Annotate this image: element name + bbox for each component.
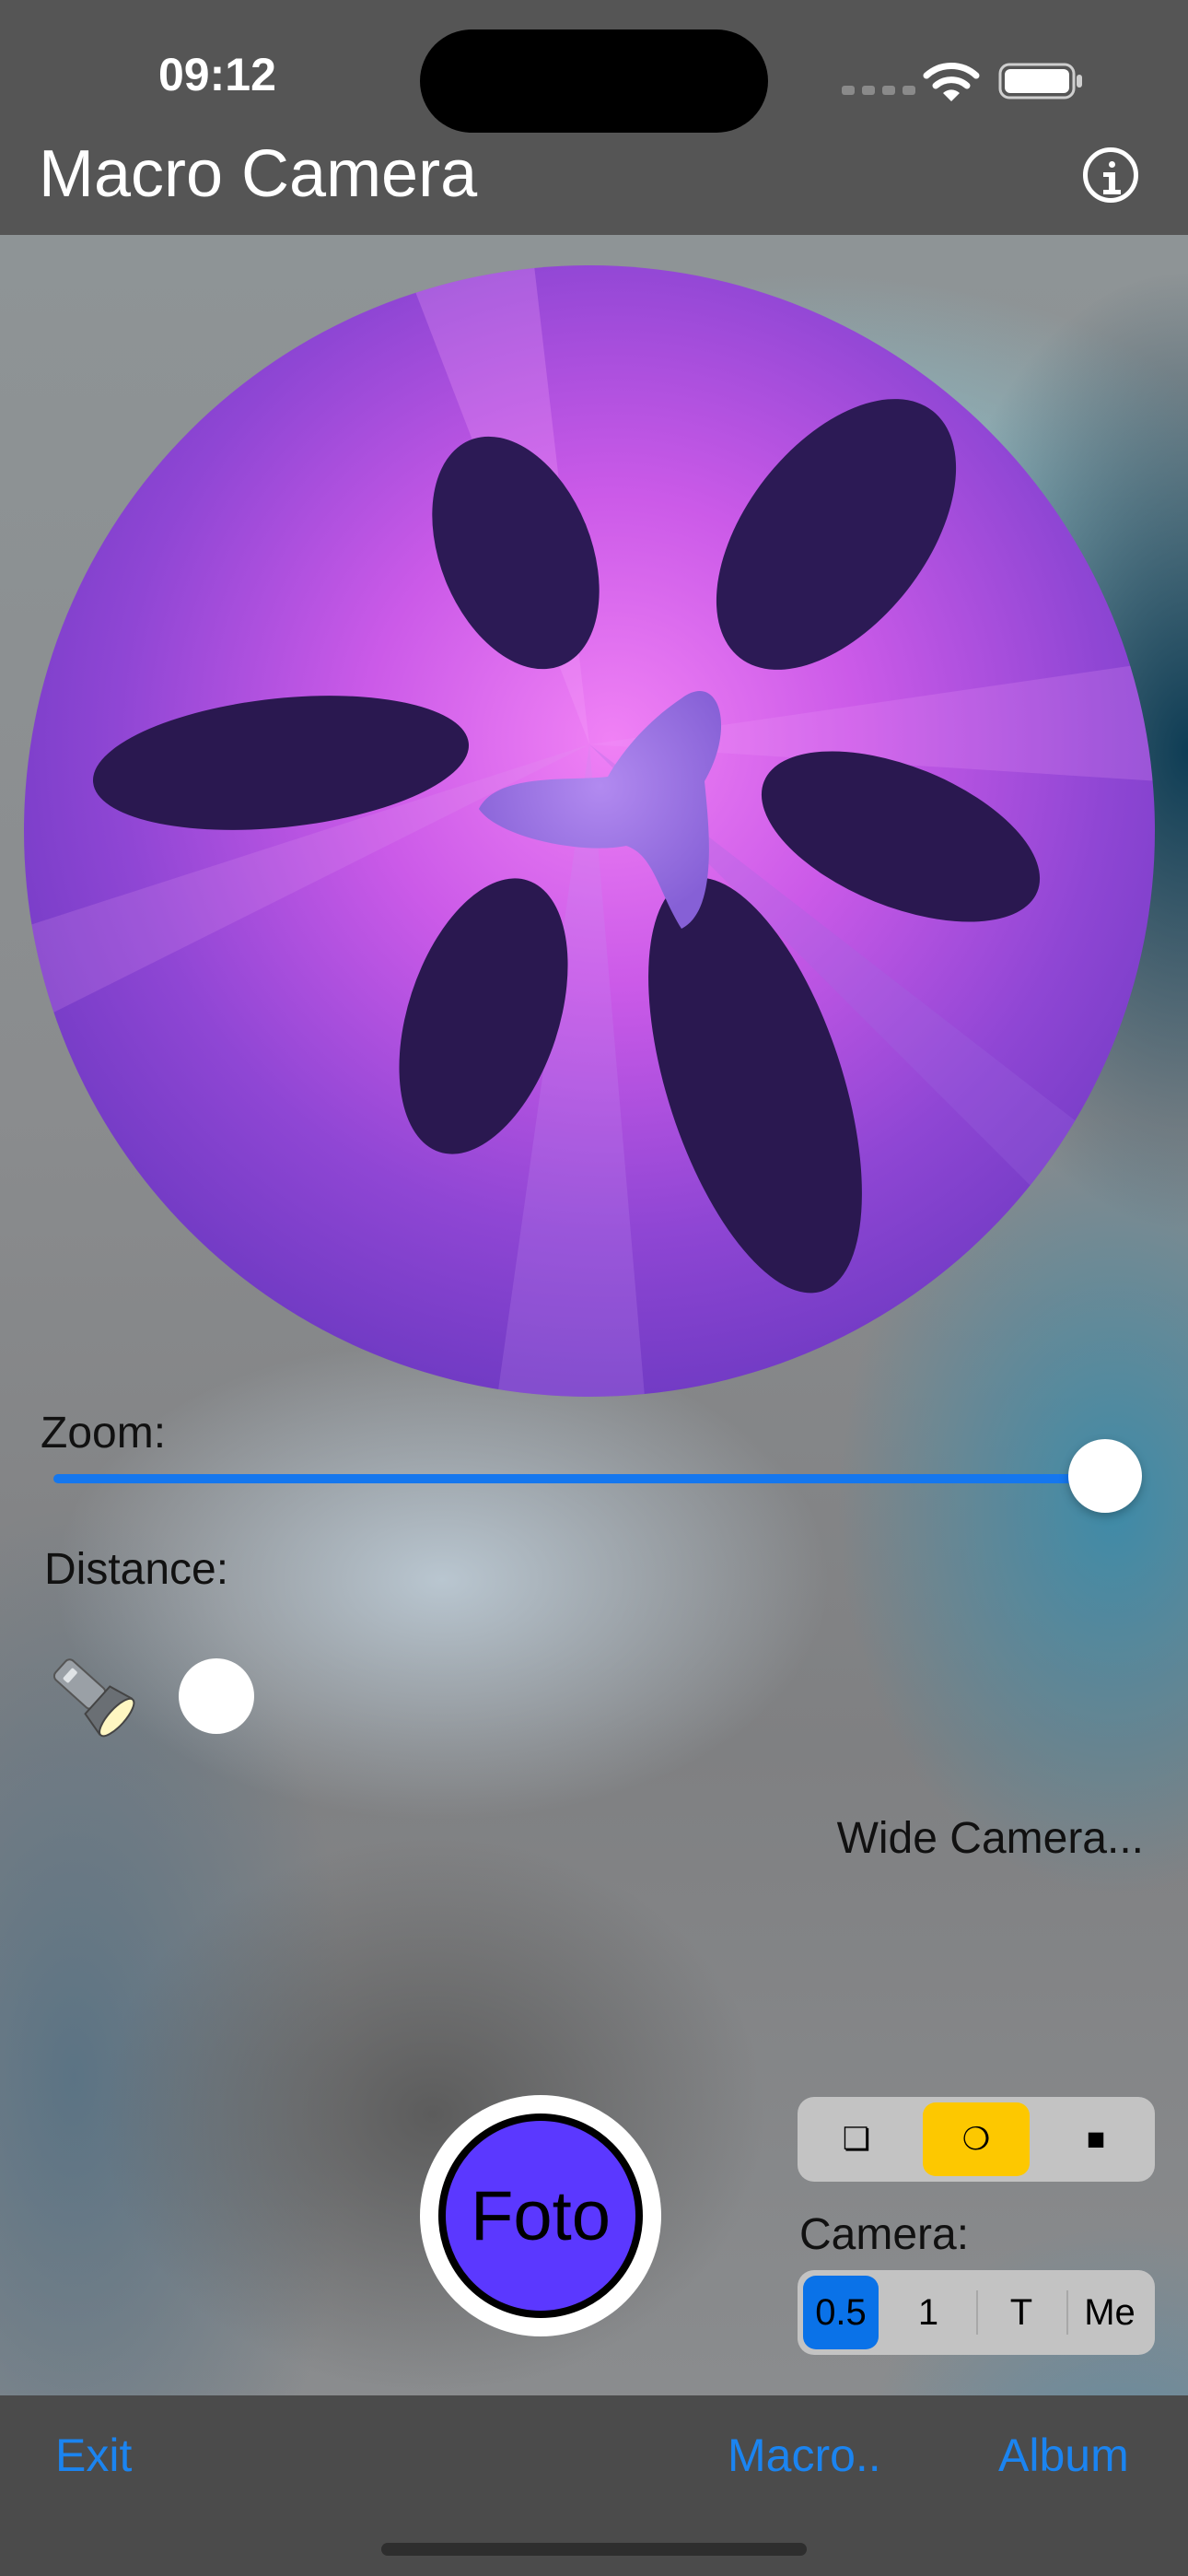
page-title: Macro Camera <box>39 137 478 211</box>
camera-preview[interactable] <box>18 265 1160 1397</box>
info-icon[interactable] <box>1083 147 1138 203</box>
album-button[interactable]: Album <box>998 2429 1129 2482</box>
shutter-label: Foto <box>438 2113 643 2318</box>
home-indicator <box>381 2543 807 2556</box>
flashlight-icon[interactable] <box>46 1649 138 1741</box>
camera-status-text: Wide Camera... <box>836 1814 1144 1863</box>
camera-option-0-5[interactable]: 0.5 <box>803 2276 879 2349</box>
shape-option-circle[interactable]: ❍ <box>923 2102 1030 2176</box>
camera-option-t[interactable]: T <box>980 2276 1063 2349</box>
camera-option-me[interactable]: Me <box>1070 2276 1149 2349</box>
shape-option-square[interactable]: ❏ <box>803 2102 910 2176</box>
distance-label: Distance: <box>44 1545 229 1594</box>
segment-divider <box>1066 2290 1068 2335</box>
zoom-label: Zoom: <box>41 1409 167 1458</box>
camera-selector: 0.5 1 T Me <box>798 2270 1155 2355</box>
camera-option-1[interactable]: 1 <box>886 2276 971 2349</box>
zoom-slider-thumb[interactable] <box>1068 1439 1142 1513</box>
cellular-signal-icon <box>842 86 915 95</box>
dynamic-island <box>420 29 768 133</box>
macro-button[interactable]: Macro.. <box>728 2429 881 2482</box>
shutter-button[interactable]: Foto <box>420 2095 661 2336</box>
exit-button[interactable]: Exit <box>55 2429 132 2482</box>
wifi-icon <box>923 63 980 101</box>
segment-divider <box>976 2290 978 2335</box>
torch-toggle[interactable] <box>179 1658 254 1734</box>
shape-selector: ❏ ❍ ■ <box>798 2097 1155 2182</box>
camera-label: Camera: <box>799 2210 970 2259</box>
zoom-slider-track[interactable] <box>53 1474 1105 1483</box>
status-time: 09:12 <box>158 49 276 100</box>
battery-icon <box>998 63 1082 100</box>
shape-option-filled-square[interactable]: ■ <box>1042 2102 1149 2176</box>
